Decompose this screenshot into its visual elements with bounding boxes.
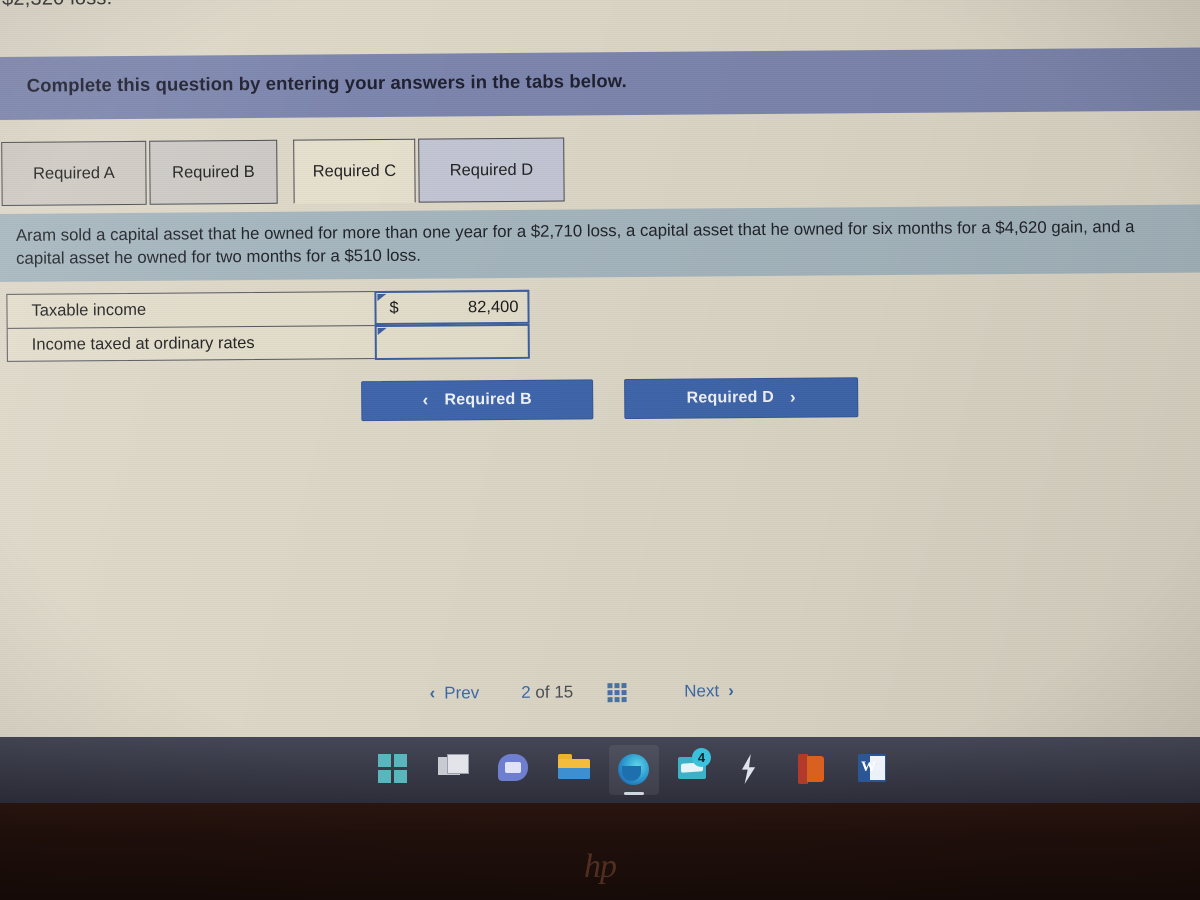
windows-taskbar: 4 W	[0, 737, 1200, 803]
pagination-total-pages: 15	[554, 682, 574, 702]
tab-required-d[interactable]: Required D	[418, 137, 565, 203]
tab-required-c[interactable]: Required C	[293, 138, 416, 204]
tab-required-a[interactable]: Required A	[1, 140, 147, 206]
laptop-screen: $2,320 loss. Complete this question by e…	[0, 0, 1200, 737]
instruction-banner: Complete this question by entering your …	[0, 47, 1200, 120]
taxable-income-value: 82,400	[467, 297, 519, 316]
cut-off-top-text: $2,320 loss.	[2, 0, 112, 11]
next-requirement-label: Required D	[686, 388, 775, 407]
question-text: Aram sold a capital asset that he owned …	[15, 217, 1135, 268]
table-row: Income taxed at ordinary rates	[7, 323, 530, 361]
income-taxed-ordinary-rates-input[interactable]	[374, 323, 530, 361]
pagination-current-page: 2	[521, 682, 531, 702]
mail-icon[interactable]: 4	[678, 748, 711, 786]
currency-symbol: $	[389, 298, 399, 317]
lightning-icon[interactable]	[738, 754, 770, 786]
question-strip: Aram sold a capital asset that he owned …	[0, 204, 1200, 282]
hp-logo: hp	[584, 848, 617, 885]
taskbar-icon-tray: 4 W	[378, 745, 890, 795]
pagination-of-label: of	[535, 682, 550, 702]
instruction-banner-text: Complete this question by entering your …	[26, 70, 627, 96]
chat-icon[interactable]	[498, 754, 530, 786]
tab-required-d-label: Required D	[449, 160, 534, 179]
tab-required-a-label: Required A	[33, 163, 115, 183]
cell-marker-icon	[377, 293, 387, 301]
previous-requirement-label: Required B	[444, 390, 532, 409]
pagination-bar: ‹ Prev 2 of 15 Next ›	[429, 673, 879, 711]
table-row: Taxable income $ 82,400	[7, 289, 530, 328]
file-explorer-icon[interactable]	[558, 754, 590, 786]
browser-page-content: $2,320 loss. Complete this question by e…	[0, 0, 1200, 737]
requirement-tabs: Required A Required B Required C Require…	[1, 137, 565, 208]
task-view-icon[interactable]	[438, 754, 470, 786]
cell-marker-icon	[377, 327, 387, 335]
pagination-next-button[interactable]: Next ›	[684, 681, 734, 701]
chevron-left-icon: ‹	[429, 683, 436, 703]
tab-required-b[interactable]: Required B	[149, 139, 278, 205]
word-glyph: W	[861, 759, 876, 775]
tab-required-c-label: Required C	[312, 161, 397, 181]
grid-view-icon[interactable]	[607, 682, 627, 702]
photo-of-laptop-screen: $2,320 loss. Complete this question by e…	[0, 0, 1200, 900]
tab-required-b-label: Required B	[172, 162, 255, 182]
pagination-prev-label: Prev	[444, 683, 480, 703]
microsoft-office-icon[interactable]	[798, 754, 830, 786]
chevron-right-icon: ›	[789, 387, 796, 407]
windows-start-icon[interactable]	[378, 754, 410, 786]
pagination-prev-button[interactable]: ‹ Prev	[429, 683, 479, 703]
chevron-left-icon: ‹	[422, 390, 429, 410]
microsoft-word-icon[interactable]: W	[858, 754, 890, 786]
pagination-next-label: Next	[684, 681, 720, 701]
previous-requirement-button[interactable]: ‹ Required B	[361, 379, 594, 422]
answer-table: Taxable income $ 82,400 Income taxed at …	[6, 289, 530, 362]
next-requirement-button[interactable]: Required D ›	[624, 377, 859, 420]
chevron-right-icon: ›	[728, 681, 734, 701]
mail-unread-badge: 4	[692, 748, 711, 767]
microsoft-edge-icon[interactable]	[609, 745, 659, 795]
taxable-income-input[interactable]: $ 82,400	[374, 289, 530, 326]
pagination-counter: 2 of 15	[521, 682, 573, 702]
